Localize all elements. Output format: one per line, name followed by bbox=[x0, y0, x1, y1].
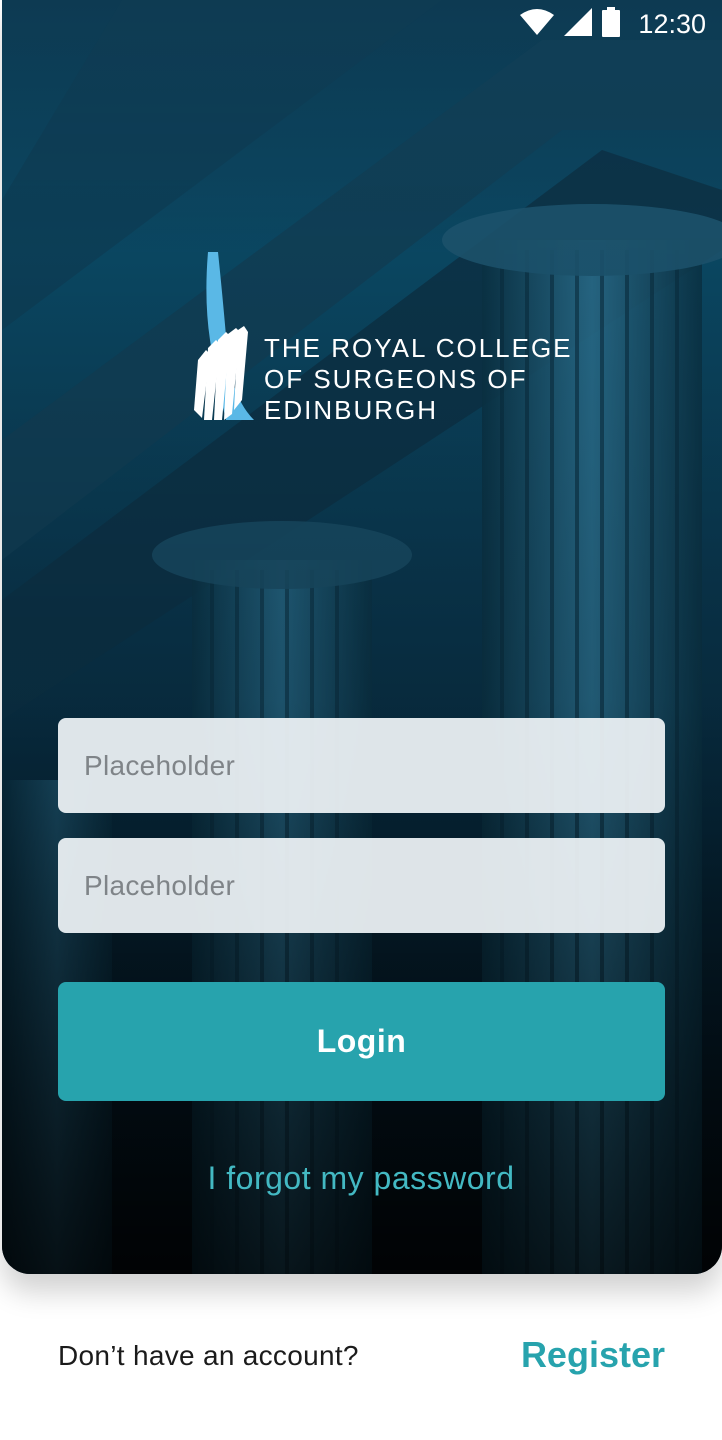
password-input[interactable] bbox=[82, 868, 665, 903]
cell-signal-icon bbox=[564, 7, 593, 41]
forgot-password-link[interactable]: I forgot my password bbox=[0, 1160, 722, 1197]
password-field[interactable] bbox=[58, 838, 665, 933]
login-button[interactable]: Login bbox=[58, 982, 665, 1101]
status-time: 12:30 bbox=[638, 8, 706, 39]
logo-wordmark: THE ROYAL COLLEGE OF SURGEONS OF EDINBUR… bbox=[264, 333, 573, 426]
login-screen: 12:30 THE ROYAL COLLEGE OF SURGEONS OF E… bbox=[0, 0, 722, 1440]
logo-line-1: THE ROYAL COLLEGE bbox=[264, 333, 573, 363]
username-input[interactable] bbox=[82, 748, 665, 783]
logo-line-2: OF SURGEONS OF bbox=[264, 364, 528, 394]
register-link[interactable]: Register bbox=[521, 1334, 665, 1376]
status-bar: 12:30 bbox=[0, 0, 722, 48]
logo-line-3: EDINBURGH bbox=[264, 395, 439, 425]
no-account-text: Don’t have an account? bbox=[58, 1340, 359, 1371]
wifi-icon bbox=[520, 8, 555, 40]
battery-icon bbox=[602, 6, 621, 42]
username-field[interactable] bbox=[58, 718, 665, 813]
